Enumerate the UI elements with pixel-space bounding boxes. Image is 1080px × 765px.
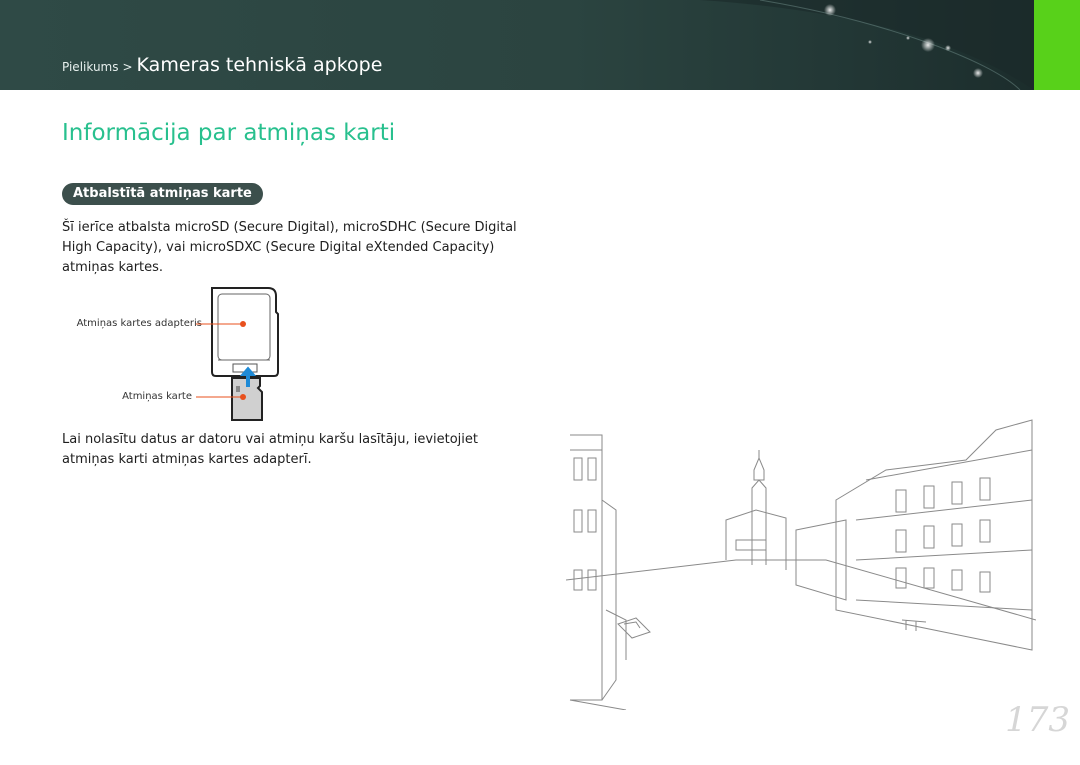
diagram-graphic bbox=[196, 287, 279, 421]
section-tab bbox=[1034, 0, 1080, 90]
support-paragraph: Šī ierīce atbalsta microSD (Secure Digit… bbox=[62, 220, 517, 275]
page-title: Informācija par atmiņas karti bbox=[62, 120, 396, 146]
page-number: 173 bbox=[1005, 700, 1070, 740]
instruction-paragraph: Lai nolasītu datus ar datoru vai atmiņu … bbox=[62, 432, 478, 467]
city-sketch-illustration bbox=[566, 419, 1036, 710]
breadcrumb-current: Kameras tehniskā apkope bbox=[136, 54, 383, 76]
card-adapter-diagram: Atmiņas kartes adapteris Atmiņas karte bbox=[62, 282, 302, 427]
breadcrumb: Pielikums > Kameras tehniskā apkope bbox=[62, 54, 382, 76]
section-heading: Atbalstītā atmiņas karte bbox=[62, 183, 263, 205]
breadcrumb-separator: > bbox=[122, 60, 133, 74]
header-bar: Pielikums > Kameras tehniskā apkope bbox=[0, 0, 1034, 90]
breadcrumb-parent[interactable]: Pielikums bbox=[62, 60, 118, 74]
header-decoration bbox=[700, 0, 1034, 90]
